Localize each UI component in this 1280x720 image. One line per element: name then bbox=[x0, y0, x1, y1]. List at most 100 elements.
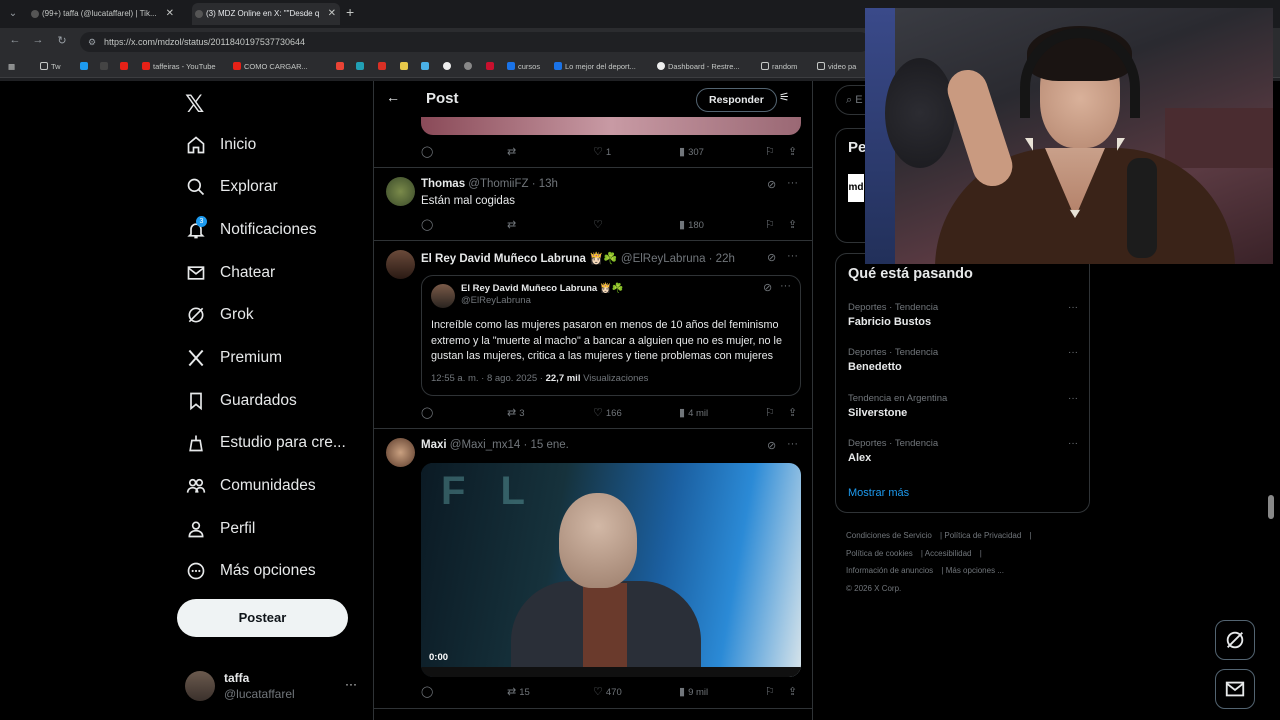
share-action[interactable]: ⇪ bbox=[788, 218, 800, 231]
sliders-icon[interactable]: ⚟ bbox=[779, 90, 790, 104]
nav-item-explorar[interactable]: Explorar bbox=[185, 172, 278, 202]
forward-arrow-icon[interactable]: → bbox=[31, 34, 45, 46]
nav-item-premium[interactable]: Premium bbox=[185, 343, 282, 373]
post-author[interactable]: Maxi @Maxi_mx14 · 15 ene. bbox=[421, 439, 569, 451]
nav-item-notificaciones[interactable]: 3 Notificaciones bbox=[185, 215, 317, 245]
show-more-link[interactable]: Mostrar más bbox=[848, 487, 909, 499]
bookmark-icon-8[interactable] bbox=[486, 56, 497, 78]
repost-action[interactable]: ⇄ 3 bbox=[507, 406, 525, 419]
share-action[interactable]: ⇪ bbox=[788, 685, 800, 698]
quoted-post[interactable]: El Rey David Muñeco Labruna 👸🏻☘️ @ElReyL… bbox=[421, 275, 801, 396]
page-scrollbar[interactable] bbox=[1268, 495, 1274, 519]
nav-item-chatear[interactable]: Chatear bbox=[185, 258, 275, 288]
nav-item-guardados[interactable]: Guardados bbox=[185, 386, 297, 416]
bookmark-icon-3[interactable] bbox=[378, 56, 389, 78]
bookmark-action[interactable]: ⚐ bbox=[765, 406, 778, 419]
repost-action[interactable]: ⇄ bbox=[507, 218, 519, 231]
avatar[interactable] bbox=[386, 438, 415, 467]
views-action[interactable]: ▮ 9 mil bbox=[679, 685, 708, 698]
reply-button[interactable]: Responder bbox=[696, 88, 777, 112]
back-arrow-icon[interactable]: ← bbox=[8, 34, 22, 46]
post-item[interactable]: Maxi @Maxi_mx14 · 15 ene. ⊘ ··· F L 0:00… bbox=[374, 429, 812, 709]
bookmark-taffeiras[interactable]: taffeiras - YouTube bbox=[142, 56, 216, 78]
new-tab-icon[interactable]: + bbox=[346, 4, 354, 20]
bookmark-tw[interactable]: Tw bbox=[40, 56, 61, 78]
bookmark-como-cargar[interactable]: COMO CARGAR... bbox=[233, 56, 308, 78]
post-item[interactable]: Thomas @ThomiiFZ · 13h ⊘ ··· Están mal c… bbox=[374, 168, 812, 241]
nav-item-mas-opciones[interactable]: Más opciones bbox=[185, 556, 316, 586]
close-tab-icon[interactable]: ✕ bbox=[166, 3, 174, 25]
avatar[interactable] bbox=[386, 177, 415, 206]
bookmark-action[interactable]: ⚐ bbox=[765, 145, 778, 158]
tab-x-post[interactable]: (3) MDZ Online en X: ""Desde q ✕ bbox=[192, 3, 340, 25]
views-action[interactable]: ▮ 307 bbox=[679, 145, 704, 158]
nav-item-perfil[interactable]: Perfil bbox=[185, 514, 255, 544]
bookmark-action[interactable]: ⚐ bbox=[765, 685, 778, 698]
bookmark-random[interactable]: random bbox=[761, 56, 797, 78]
grok-icon[interactable]: ⊘ bbox=[767, 178, 776, 191]
reply-action[interactable]: ◯ bbox=[421, 685, 436, 698]
trend-item[interactable]: Deportes · Tendencia Alex ··· bbox=[848, 438, 1083, 474]
trend-item[interactable]: Deportes · Tendencia Benedetto ··· bbox=[848, 347, 1083, 383]
bookmark-icon-2[interactable] bbox=[356, 56, 367, 78]
more-options-icon[interactable]: ··· bbox=[1068, 438, 1078, 449]
post-item[interactable]: El Rey David Muñeco Labruna 👸🏻☘️ @ElReyL… bbox=[374, 241, 812, 429]
bookmark-tiktok[interactable] bbox=[100, 56, 111, 78]
reload-icon[interactable]: ↻ bbox=[55, 34, 69, 47]
grok-icon[interactable]: ⊘ bbox=[767, 251, 776, 264]
bookmark-gmail[interactable] bbox=[336, 56, 347, 78]
nav-item-inicio[interactable]: Inicio bbox=[185, 130, 256, 160]
more-options-icon[interactable]: ··· bbox=[345, 677, 357, 691]
like-action[interactable]: ♡ bbox=[593, 218, 606, 231]
tab-search-dropdown-icon[interactable]: ⌄ bbox=[4, 6, 22, 22]
trend-item[interactable]: Tendencia en Argentina Silverstone ··· bbox=[848, 393, 1083, 429]
views-action[interactable]: ▮ 4 mil bbox=[679, 406, 708, 419]
video-player[interactable]: F L 0:00 bbox=[421, 463, 801, 677]
bookmark-cursos[interactable]: cursos bbox=[507, 56, 540, 78]
footer-link[interactable]: Más opciones ... bbox=[946, 566, 1004, 575]
like-action[interactable]: ♡ 1 bbox=[593, 145, 611, 158]
views-action[interactable]: ▮ 180 bbox=[679, 218, 704, 231]
post-author[interactable]: Thomas @ThomiiFZ · 13h bbox=[421, 178, 558, 190]
apps-grid-icon[interactable]: ▦ bbox=[8, 56, 15, 78]
more-options-icon[interactable]: ··· bbox=[1068, 302, 1078, 313]
back-arrow-icon[interactable]: ← bbox=[386, 89, 400, 105]
nav-item-comunidades[interactable]: Comunidades bbox=[185, 471, 316, 501]
footer-link[interactable]: Política de cookies bbox=[846, 549, 913, 558]
tab-tiktok[interactable]: (99+) taffa (@lucataffarel) | Tik... ✕ bbox=[28, 3, 178, 25]
nav-item-grok[interactable]: Grok bbox=[185, 300, 254, 330]
repost-action[interactable]: ⇄ 15 bbox=[507, 685, 530, 698]
account-switcher[interactable]: taffa @lucataffarel ··· bbox=[185, 669, 365, 705]
bookmark-icon-5[interactable] bbox=[421, 56, 432, 78]
bookmark-lo-mejor[interactable]: Lo mejor del deport... bbox=[554, 56, 636, 78]
grok-icon[interactable]: ⊘ bbox=[763, 281, 772, 294]
reply-action[interactable]: ◯ bbox=[421, 218, 436, 231]
footer-link[interactable]: Política de Privacidad bbox=[944, 531, 1021, 540]
more-options-icon[interactable]: ··· bbox=[1068, 393, 1078, 404]
bookmark-icon-6[interactable] bbox=[443, 56, 454, 78]
close-tab-icon[interactable]: ✕ bbox=[328, 3, 336, 25]
more-options-icon[interactable]: ··· bbox=[787, 177, 798, 189]
footer-link[interactable]: Accesibilidad bbox=[925, 549, 972, 558]
trend-item[interactable]: Deportes · Tendencia Fabricio Bustos ··· bbox=[848, 302, 1083, 338]
bookmark-icon-4[interactable] bbox=[400, 56, 411, 78]
bookmark-video[interactable]: video pa bbox=[817, 56, 856, 78]
repost-action[interactable]: ⇄ bbox=[507, 145, 519, 158]
site-info-icon[interactable]: ⚙ bbox=[88, 32, 96, 52]
like-action[interactable]: ♡ 166 bbox=[593, 406, 622, 419]
reply-action[interactable]: ◯ bbox=[421, 145, 436, 158]
more-options-icon[interactable]: ··· bbox=[787, 438, 798, 450]
reply-action[interactable]: ◯ bbox=[421, 406, 436, 419]
messages-fab-button[interactable] bbox=[1215, 669, 1255, 709]
more-options-icon[interactable]: ··· bbox=[1068, 347, 1078, 358]
bookmark-icon-1[interactable] bbox=[80, 56, 91, 78]
x-logo-icon[interactable]: 𝕏 bbox=[185, 90, 204, 118]
grok-fab-button[interactable] bbox=[1215, 620, 1255, 660]
footer-link[interactable]: Condiciones de Servicio bbox=[846, 531, 932, 540]
bookmark-icon-7[interactable] bbox=[464, 56, 475, 78]
avatar[interactable] bbox=[386, 250, 415, 279]
share-action[interactable]: ⇪ bbox=[788, 145, 800, 158]
footer-link[interactable]: Información de anuncios bbox=[846, 566, 933, 575]
grok-icon[interactable]: ⊘ bbox=[767, 439, 776, 452]
post-author[interactable]: El Rey David Muñeco Labruna 👸🏻☘️ @ElReyL… bbox=[421, 251, 735, 265]
